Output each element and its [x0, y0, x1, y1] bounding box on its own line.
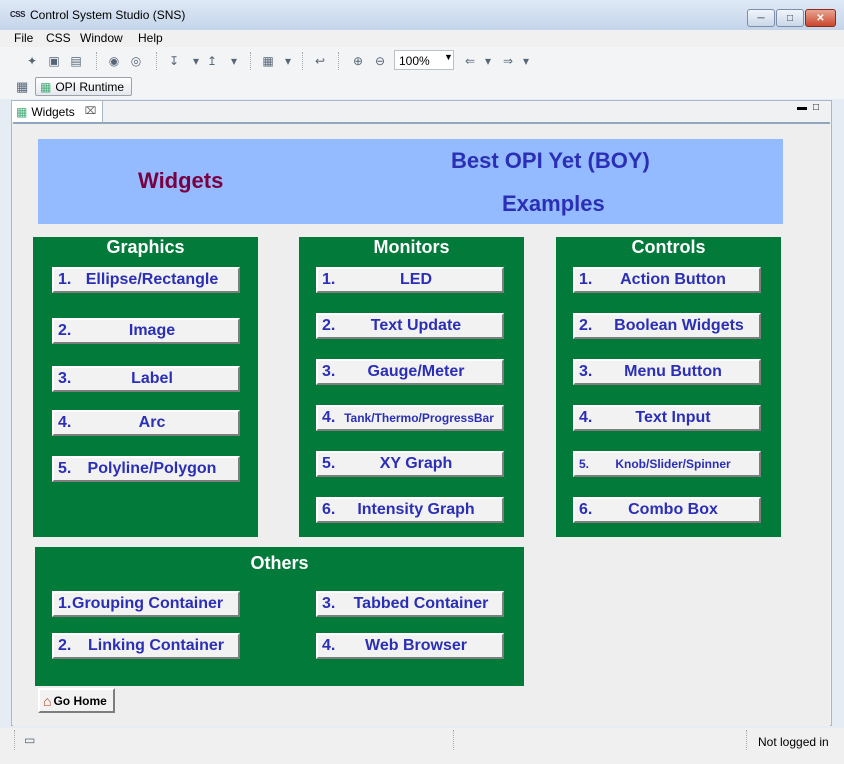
import-icon[interactable]: ↧ — [166, 53, 182, 69]
controls-button-6[interactable]: 6. Combo Box — [573, 497, 761, 523]
panel-title: Graphics — [106, 237, 185, 257]
minimize-button[interactable]: ─ — [747, 9, 775, 27]
dropdown-arrow-icon[interactable]: ▾ — [280, 53, 296, 69]
menu-help[interactable]: Help — [138, 31, 163, 45]
dropdown-arrow-icon[interactable]: ▾ — [518, 53, 534, 69]
perspective-label: OPI Runtime — [55, 79, 125, 94]
login-status: Not logged in — [758, 735, 829, 749]
status-divider — [453, 730, 454, 750]
others-panel: Others 1. Grouping Container 2. Linking Co… — [35, 547, 524, 686]
close-window-button[interactable]: ✕ — [805, 9, 836, 27]
app-logo-icon: CSS — [10, 10, 25, 19]
dropdown-arrow-icon[interactable]: ▾ — [226, 53, 242, 69]
controls-button-1[interactable]: 1. Action Button — [573, 267, 761, 293]
new-icon[interactable]: ✦ — [24, 53, 40, 69]
graphics-panel: Graphics 1. Ellipse/Rectangle 2. Image 3. L… — [33, 237, 258, 537]
graphics-button-1[interactable]: 1. Ellipse/Rectangle — [52, 267, 240, 293]
status-divider — [746, 730, 747, 750]
controls-button-2[interactable]: 2. Boolean Widgets — [573, 313, 761, 339]
window-title: Control System Studio (SNS) — [30, 8, 186, 22]
monitors-button-4[interactable]: 4. Tank/Thermo/ProgressBar — [316, 405, 504, 431]
debug-icon[interactable]: ◎ — [128, 53, 144, 69]
forward-arrow-icon[interactable]: ⇒ — [500, 53, 516, 69]
home-icon: ⌂ — [43, 692, 52, 709]
dropdown-arrow-icon[interactable]: ▾ — [188, 53, 204, 69]
maximize-button[interactable]: □ — [776, 9, 804, 27]
menu-css[interactable]: CSS — [46, 31, 71, 45]
chart-icon: ▦ — [40, 79, 52, 94]
others-button-4[interactable]: 4. Web Browser — [316, 633, 504, 659]
graphics-button-2[interactable]: 2. Image — [52, 318, 240, 344]
header-title-line2: Examples — [502, 191, 605, 216]
export-icon[interactable]: ↥ — [204, 53, 220, 69]
close-icon[interactable]: ⌧ — [85, 106, 97, 117]
panel-title: Controls — [631, 237, 706, 257]
others-button-1[interactable]: 1. Grouping Container — [52, 591, 240, 617]
panel-title: Others — [250, 553, 309, 573]
back-arrow-icon[interactable]: ⇐ — [462, 53, 478, 69]
perspective-opi-runtime-button[interactable]: ▦ OPI Runtime — [35, 77, 132, 96]
monitors-button-6[interactable]: 6. Intensity Graph — [316, 497, 504, 523]
minimize-view-icon[interactable]: ▬ — [797, 102, 807, 113]
open-perspective-icon[interactable]: ▦ — [16, 79, 28, 95]
chart-icon[interactable]: ▦ — [260, 53, 276, 69]
controls-panel: Controls 1. Action Button 2. Boolean Widge… — [556, 237, 781, 537]
status-bar — [0, 728, 844, 764]
menu-bar — [0, 30, 844, 47]
menu-window[interactable]: Window — [80, 31, 123, 45]
save-icon[interactable]: ▣ — [46, 53, 62, 69]
header-title-line1: Best OPI Yet (BOY) — [451, 148, 650, 173]
open-folder-icon[interactable]: ▤ — [68, 53, 84, 69]
zoom-in-icon[interactable]: ⊕ — [350, 53, 366, 69]
monitors-button-1[interactable]: 1. LED — [316, 267, 504, 293]
maximize-view-icon[interactable]: □ — [813, 102, 819, 113]
back-link-icon[interactable]: ↩ — [312, 53, 328, 69]
panel-title: Monitors — [373, 237, 450, 257]
others-button-3[interactable]: 3. Tabbed Container — [316, 591, 504, 617]
menu-file[interactable]: File — [14, 31, 33, 45]
monitors-button-5[interactable]: 5. XY Graph — [316, 451, 504, 477]
others-button-2[interactable]: 2. Linking Container — [52, 633, 240, 659]
controls-button-4[interactable]: 4. Text Input — [573, 405, 761, 431]
go-home-label: Go Home — [53, 693, 107, 708]
zoom-out-icon[interactable]: ⊖ — [372, 53, 388, 69]
tab-widgets[interactable]: ▦ Widgets ⌧ — [11, 100, 103, 122]
chart-icon: ▦ — [16, 104, 28, 119]
graphics-button-3[interactable]: 3. Label — [52, 366, 240, 392]
go-home-button[interactable]: ⌂ Go Home — [38, 688, 115, 713]
graphics-button-4[interactable]: 4. Arc — [52, 410, 240, 436]
dropdown-arrow-icon[interactable]: ▾ — [480, 53, 496, 69]
monitors-button-3[interactable]: 3. Gauge/Meter — [316, 359, 504, 385]
graphics-button-5[interactable]: 5. Polyline/Polygon — [52, 456, 240, 482]
monitors-panel: Monitors 1. LED 2. Text Update 3. Gauge/Met… — [299, 237, 524, 537]
controls-button-3[interactable]: 3. Menu Button — [573, 359, 761, 385]
status-divider — [14, 730, 15, 750]
tab-label: Widgets — [31, 104, 75, 119]
controls-button-5[interactable]: 5. Knob/Slider/Spinner — [573, 451, 761, 477]
monitors-button-2[interactable]: 2. Text Update — [316, 313, 504, 339]
chevron-down-icon[interactable]: ▼ — [444, 52, 453, 62]
fast-view-icon[interactable]: ▭ — [24, 733, 35, 747]
run-icon[interactable]: ◉ — [106, 53, 122, 69]
page-title: Widgets — [138, 168, 224, 193]
